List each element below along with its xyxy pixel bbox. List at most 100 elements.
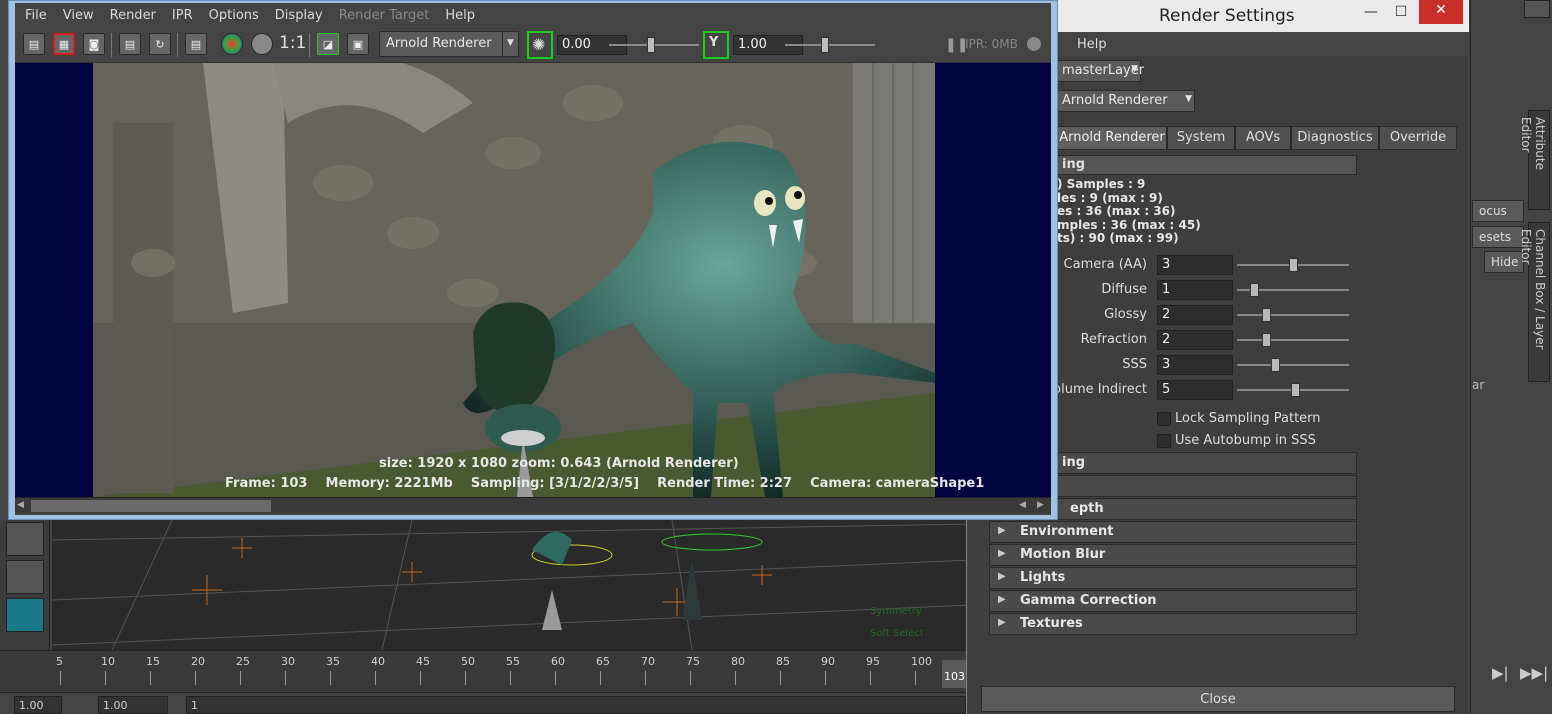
tab-attribute-editor[interactable]: Attribute Editor: [1519, 110, 1550, 210]
3d-viewport[interactable]: Symmetry Soft Select: [52, 520, 972, 650]
go-to-end-icon[interactable]: ▶▶|: [1520, 664, 1548, 682]
sampling-row-slider-thumb[interactable]: [1250, 283, 1260, 297]
sampling-row-slider-thumb[interactable]: [1261, 333, 1271, 347]
ipr-render-icon[interactable]: ▤: [119, 33, 141, 55]
step-forward-icon[interactable]: ▶|: [1492, 664, 1509, 682]
focus-button[interactable]: ocus: [1472, 200, 1524, 222]
sampling-row-slider[interactable]: [1237, 314, 1349, 316]
section-gamma-correction[interactable]: ▶ Gamma Correction: [989, 590, 1357, 612]
timeline-tick-label: 10: [101, 655, 115, 668]
sampling-row-field[interactable]: 2: [1157, 305, 1233, 325]
renderer-select[interactable]: Arnold Renderer ▼: [379, 31, 519, 57]
sampling-section-header[interactable]: ing: [1057, 155, 1357, 175]
top-right-icon[interactable]: [1524, 0, 1550, 18]
scroll-left-icon[interactable]: ◀: [17, 500, 24, 510]
menu-options[interactable]: Options: [209, 8, 259, 23]
close-button[interactable]: Close: [981, 686, 1455, 712]
keep-image-icon[interactable]: ◪: [317, 33, 339, 55]
tab-override[interactable]: Override: [1379, 126, 1457, 150]
menu-render[interactable]: Render: [110, 8, 156, 23]
sampling-row-slider-thumb[interactable]: [1270, 358, 1280, 372]
menu-display[interactable]: Display: [275, 8, 323, 23]
autobump-checkbox[interactable]: [1157, 434, 1171, 448]
presets-button[interactable]: esets: [1472, 226, 1524, 248]
partial-section-ray-depth[interactable]: ing: [1057, 452, 1357, 474]
layout-icon[interactable]: [6, 522, 44, 556]
timeline-tick: [60, 671, 61, 685]
partial-section-blank[interactable]: [1057, 475, 1357, 497]
sampling-row-field[interactable]: 3: [1157, 355, 1233, 375]
timeline-tick-label: 50: [461, 655, 475, 668]
sampling-row-slider[interactable]: [1237, 364, 1349, 366]
sampling-row-field[interactable]: 2: [1157, 330, 1233, 350]
sampling-row-slider[interactable]: [1237, 339, 1349, 341]
time-slider[interactable]: 5 10 15 20 25 30 35 40 45 50 55 60 65 70 75 80 85 90 95 100: [0, 650, 975, 692]
timeline-tick-label: 75: [686, 655, 700, 668]
sample-summary: ) Samples : 9 les : 9 (max : 9) es : 36 …: [1057, 177, 1357, 246]
menu-view[interactable]: View: [63, 8, 94, 23]
horizontal-scrollbar[interactable]: ◀ ◀ ▶: [15, 497, 1051, 513]
section-textures[interactable]: ▶ Textures: [989, 613, 1357, 635]
gamma-slider[interactable]: [785, 44, 875, 46]
section-label: Gamma Correction: [1020, 593, 1157, 608]
sample-line: es : 36 (max : 36): [1057, 204, 1176, 218]
rgb-channel-icon[interactable]: [221, 33, 243, 55]
separator: [177, 33, 178, 57]
scroll-right-icon[interactable]: ▶: [1037, 500, 1044, 510]
section-label: Lights: [1020, 570, 1066, 585]
sampling-row-slider-thumb[interactable]: [1261, 308, 1271, 322]
section-motion-blur[interactable]: ▶ Motion Blur: [989, 544, 1357, 566]
gamma-slider-thumb[interactable]: [821, 37, 829, 53]
lock-sampling-checkbox[interactable]: [1157, 412, 1171, 426]
timeline-tick: [195, 671, 196, 685]
minimize-icon[interactable]: —: [1357, 4, 1385, 24]
current-frame-marker[interactable]: 103: [942, 660, 966, 688]
playback-start-field[interactable]: 1.00: [98, 696, 168, 714]
menu-file[interactable]: File: [25, 8, 47, 23]
render-canvas[interactable]: size: 1920 x 1080 zoom: 0.643 (Arnold Re…: [15, 63, 1051, 497]
alpha-channel-icon[interactable]: [251, 33, 273, 55]
sample-line: mples : 36 (max : 45): [1057, 217, 1201, 232]
timeline-tick: [330, 671, 331, 685]
separator: [309, 33, 310, 57]
exposure-slider-thumb[interactable]: [647, 37, 655, 53]
section-environment[interactable]: ▶ Environment: [989, 521, 1357, 543]
one-to-one-button[interactable]: 1:1: [279, 33, 306, 53]
start-time-field[interactable]: 1.00: [14, 696, 62, 714]
menu-ipr[interactable]: IPR: [172, 8, 193, 23]
remove-image-icon[interactable]: ▣: [347, 33, 369, 55]
tab-system[interactable]: System: [1167, 126, 1235, 150]
outliner-icon[interactable]: [6, 560, 44, 594]
hide-button[interactable]: Hide: [1484, 251, 1524, 273]
range-track[interactable]: 1: [186, 696, 966, 714]
render-sequence-icon[interactable]: ▤: [185, 33, 207, 55]
maximize-icon[interactable]: ☐: [1387, 4, 1415, 24]
range-slider[interactable]: 1.00 1.00 1: [0, 692, 975, 714]
refresh-icon[interactable]: ↻: [149, 33, 171, 55]
tab-arnold-renderer[interactable]: Arnold Renderer: [1057, 126, 1167, 150]
menu-help[interactable]: Help: [1077, 37, 1107, 52]
tab-aovs[interactable]: AOVs: [1235, 126, 1291, 150]
tab-diagnostics[interactable]: Diagnostics: [1291, 126, 1379, 150]
symmetry-label: Symmetry: [870, 606, 922, 617]
timeline-tick-label: 40: [371, 655, 385, 668]
render-layer-dropdown[interactable]: masterLayer ▼: [1057, 60, 1144, 82]
section-lights[interactable]: ▶ Lights: [989, 567, 1357, 589]
renderer-dropdown[interactable]: Arnold Renderer ▼: [1057, 90, 1195, 112]
timeline-tick: [645, 671, 646, 685]
sampling-row-field[interactable]: 3: [1157, 255, 1233, 275]
render-info-status: Frame: 103 Memory: 2221Mb Sampling: [3/1…: [225, 476, 985, 491]
redo-render-icon[interactable]: ▤: [23, 33, 45, 55]
sampling-row-field[interactable]: 5: [1157, 380, 1233, 400]
render-region-icon[interactable]: ▦: [53, 33, 75, 55]
scrollbar-thumb[interactable]: [31, 500, 271, 512]
tab-channel-box[interactable]: Channel Box / Layer Editor: [1519, 222, 1550, 382]
scroll-left-icon[interactable]: ◀: [1019, 500, 1026, 510]
timeline-tick-label: 85: [776, 655, 790, 668]
sampling-row-field[interactable]: 1: [1157, 280, 1233, 300]
sampling-row-slider-thumb[interactable]: [1290, 383, 1300, 397]
menu-help[interactable]: Help: [445, 8, 475, 23]
snapshot-icon[interactable]: ◙: [83, 33, 105, 55]
sampling-row-slider-thumb[interactable]: [1288, 258, 1298, 272]
close-icon[interactable]: ✕: [1419, 0, 1463, 24]
